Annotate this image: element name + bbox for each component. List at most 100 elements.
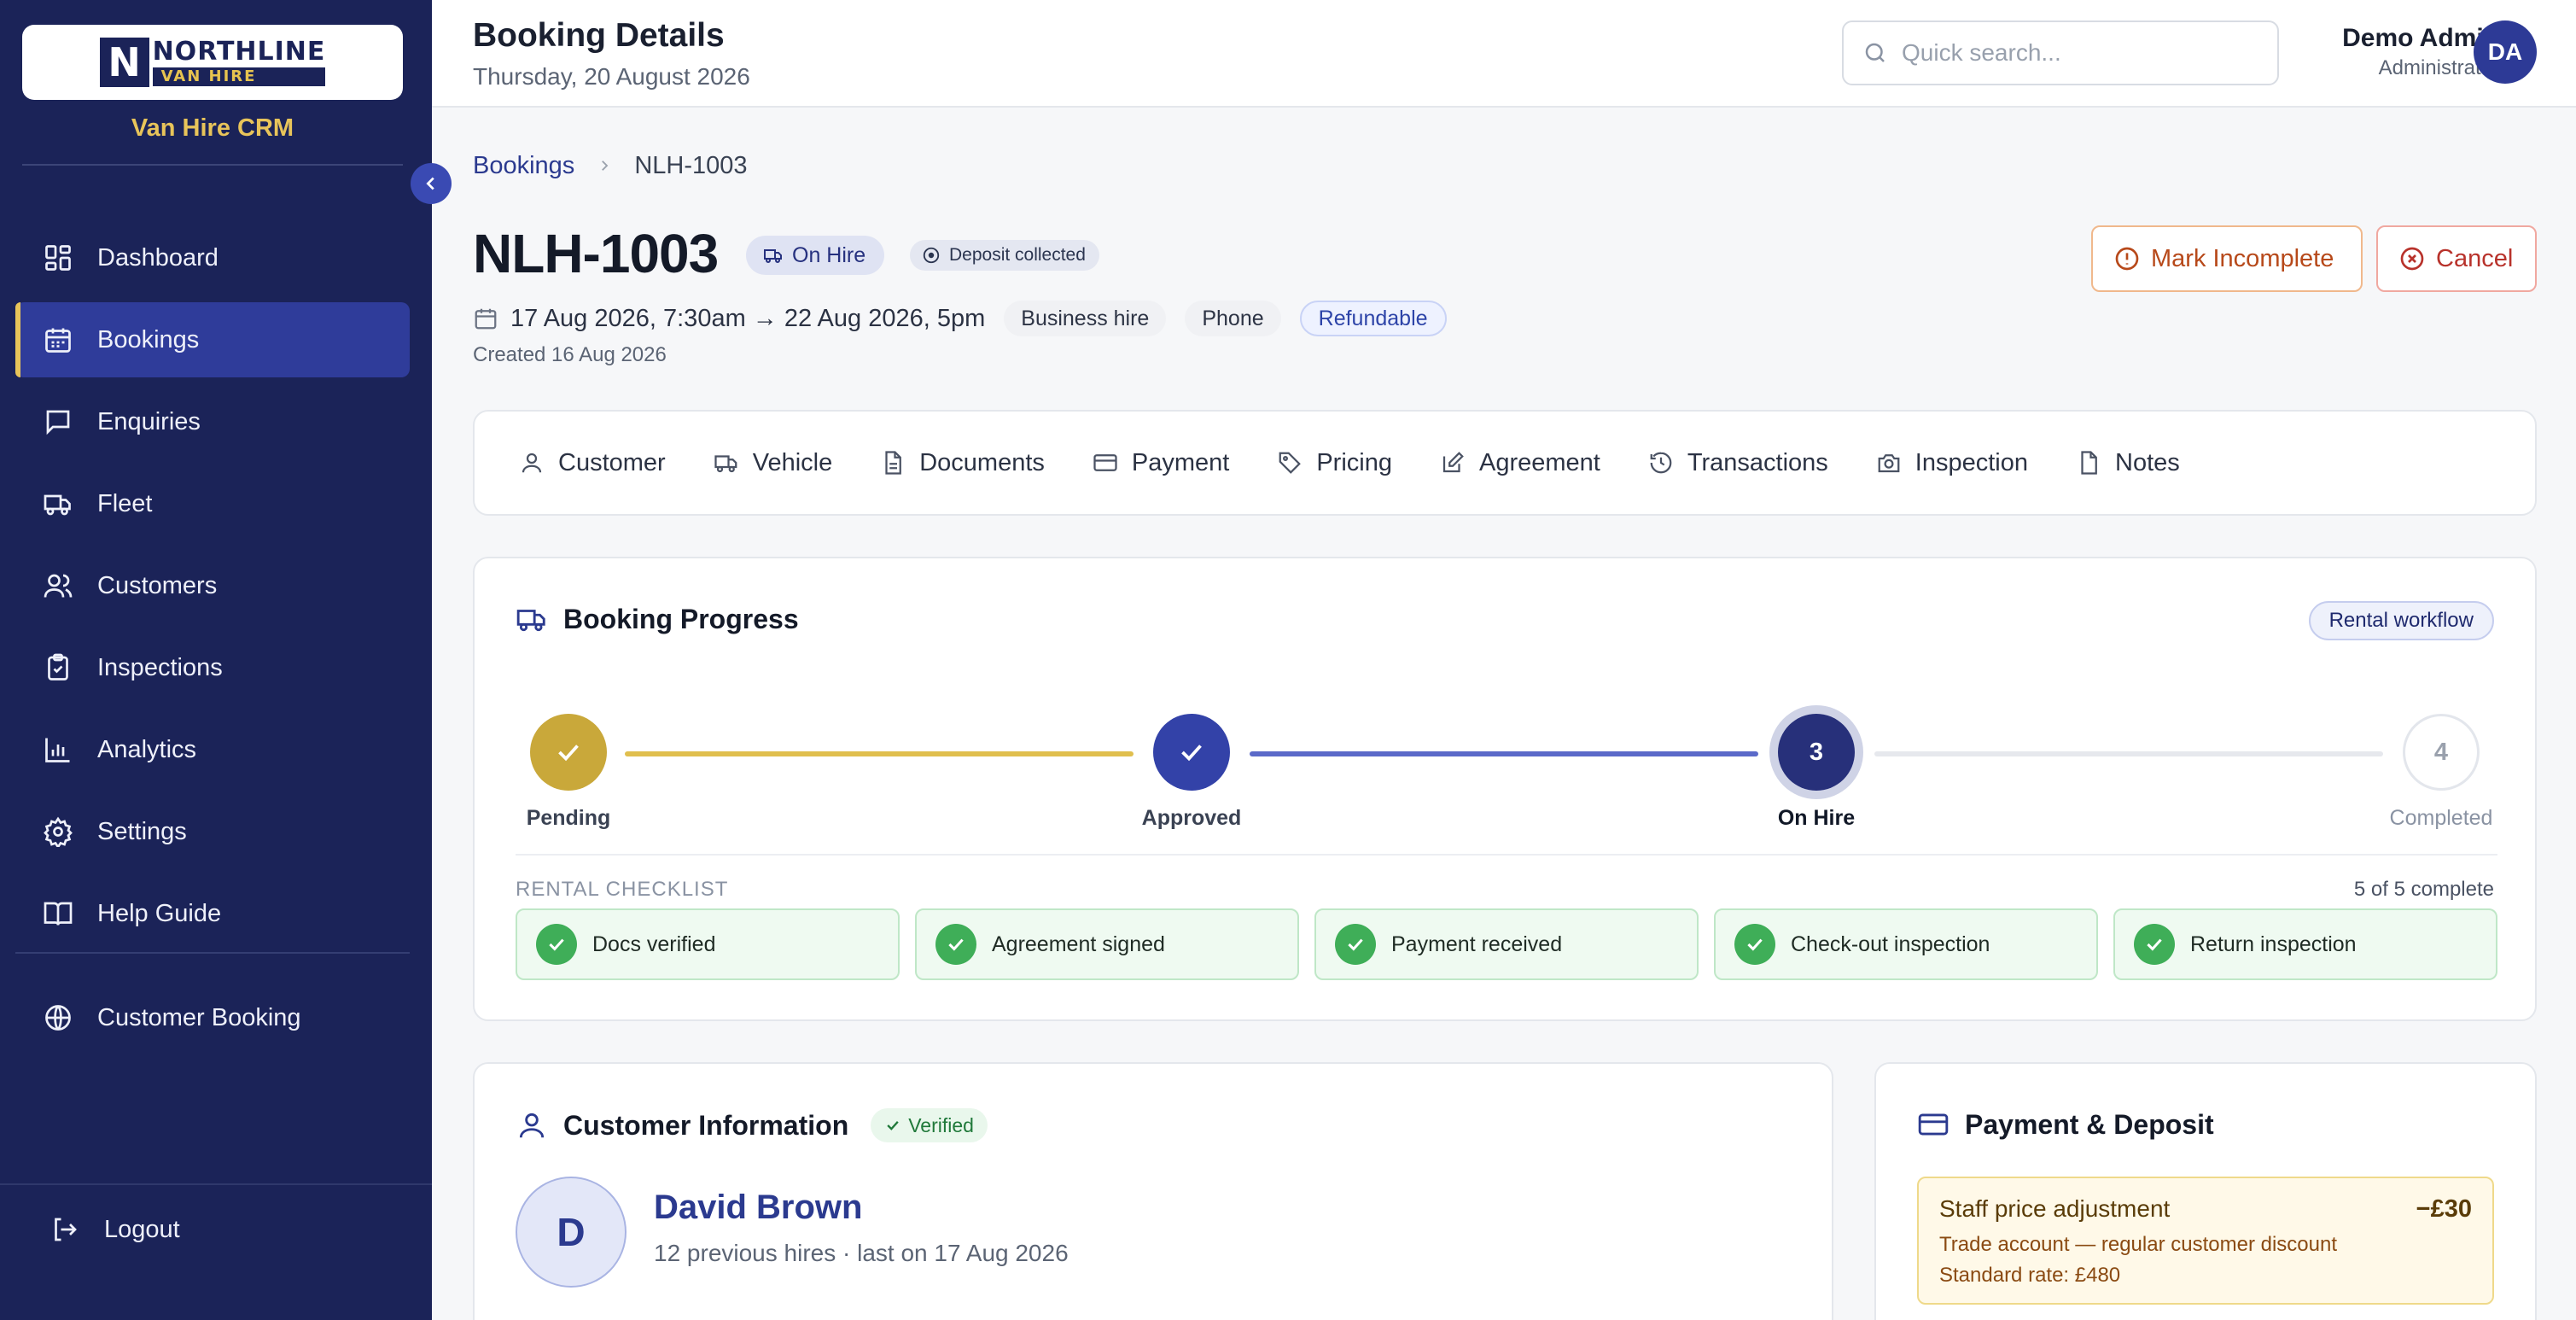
mark-incomplete-button[interactable]: Mark Incomplete (2091, 225, 2363, 292)
top-bar: Booking Details Thursday, 20 August 2026… (432, 0, 2576, 108)
sidebar-item-customer-booking[interactable]: Customer Booking (15, 980, 410, 1055)
tab-label: Agreement (1479, 448, 1600, 476)
tab-label: Documents (919, 448, 1045, 476)
page-date: Thursday, 20 August 2026 (473, 63, 750, 90)
sidebar-divider (15, 952, 410, 954)
booking-progress-card: Booking Progress Rental workflow Pending… (473, 557, 2537, 1021)
clipboard-check-icon (41, 651, 75, 685)
chevron-left-icon (426, 177, 434, 190)
checklist-label: Check-out inspection (1791, 932, 1990, 956)
sidebar-nav: Dashboard Bookings Enquiries Fleet Custo… (15, 220, 410, 958)
booking-id: NLH-1003 (473, 223, 719, 284)
status-badge: On Hire (746, 236, 885, 275)
logout-button[interactable]: Logout (48, 1212, 180, 1247)
breadcrumb-bookings-link[interactable]: Bookings (473, 152, 574, 180)
sidebar-item-enquiries[interactable]: Enquiries (15, 384, 410, 459)
checklist-label: Payment received (1391, 932, 1563, 956)
customer-name[interactable]: David Brown (654, 1189, 862, 1227)
tab-notes[interactable]: Notes (2076, 449, 2180, 477)
customer-information-card: Customer Information Verified D David Br… (473, 1062, 1833, 1320)
user-avatar[interactable]: DA (2474, 20, 2537, 84)
tab-label: Inspection (1915, 448, 2028, 476)
sidebar-item-inspections[interactable]: Inspections (15, 630, 410, 705)
sidebar-item-dashboard[interactable]: Dashboard (15, 220, 410, 295)
step-pending: Pending (475, 714, 662, 831)
tab-pricing[interactable]: Pricing (1277, 449, 1392, 477)
sidebar-item-label: Enquiries (97, 407, 201, 435)
sidebar-item-label: Customer Booking (97, 1003, 301, 1031)
tab-customer[interactable]: Customer (519, 449, 666, 477)
step-dot: 3 (1778, 714, 1855, 791)
truck-icon (714, 450, 739, 476)
truck-icon (41, 487, 75, 521)
note-icon (2076, 450, 2101, 476)
calendar-icon (473, 306, 498, 331)
sidebar-divider (22, 164, 403, 166)
mark-incomplete-label: Mark Incomplete (2151, 244, 2334, 272)
camera-icon (1876, 450, 1902, 476)
checklist-item: Check-out inspection (1714, 908, 2098, 980)
logout-label: Logout (104, 1215, 180, 1243)
checklist-label: Docs verified (592, 932, 716, 956)
tab-label: Customer (558, 448, 666, 476)
sidebar-item-settings[interactable]: Settings (15, 794, 410, 869)
truck-icon (516, 603, 548, 635)
sidebar-item-customers[interactable]: Customers (15, 548, 410, 623)
breadcrumb: Bookings NLH-1003 (473, 152, 748, 180)
history-icon (1648, 450, 1674, 476)
cancel-label: Cancel (2436, 244, 2514, 272)
sidebar-item-label: Inspections (97, 653, 223, 681)
step-connector (1874, 751, 2383, 756)
checklist-label: Return inspection (2190, 932, 2357, 956)
sidebar-collapse-button[interactable] (411, 163, 452, 204)
adjustment-amount: −£30 (2416, 1195, 2472, 1223)
tab-payment[interactable]: Payment (1093, 449, 1229, 477)
book-icon (41, 897, 75, 931)
sidebar-item-analytics[interactable]: Analytics (15, 712, 410, 787)
tab-documents[interactable]: Documents (880, 449, 1045, 477)
standard-rate: Standard rate: £480 (1939, 1264, 2121, 1287)
breadcrumb-current: NLH-1003 (634, 152, 748, 179)
brand-logo[interactable]: N NORTHLINE VAN HIRE (22, 25, 403, 100)
tab-agreement[interactable]: Agreement (1440, 449, 1600, 477)
logo-n-icon: N (99, 38, 149, 87)
step-connector (625, 751, 1134, 756)
check-icon (935, 924, 976, 965)
tab-label: Transactions (1687, 448, 1828, 476)
credit-card-icon (1917, 1108, 1949, 1141)
cancel-button[interactable]: Cancel (2376, 225, 2537, 292)
tab-label: Vehicle (752, 448, 833, 476)
step-on-hire: 3 On Hire (1722, 714, 1910, 831)
page-title: Booking Details (473, 17, 725, 54)
check-icon (884, 1117, 901, 1134)
tab-transactions[interactable]: Transactions (1648, 449, 1828, 477)
gear-icon (41, 815, 75, 849)
truck-icon (763, 245, 784, 266)
tab-vehicle[interactable]: Vehicle (714, 448, 833, 477)
verified-badge: Verified (871, 1108, 988, 1142)
step-dot (530, 714, 607, 791)
sidebar-item-fleet[interactable]: Fleet (15, 466, 410, 541)
deposit-label: Deposit collected (949, 245, 1086, 265)
sidebar-item-bookings[interactable]: Bookings (15, 302, 410, 377)
step-dot (1153, 714, 1230, 791)
dashboard-icon (41, 241, 75, 275)
checklist-item: Payment received (1314, 908, 1699, 980)
x-circle-icon (2398, 245, 2426, 272)
document-icon (880, 450, 906, 476)
status-label: On Hire (792, 242, 866, 267)
tab-inspection[interactable]: Inspection (1876, 449, 2028, 477)
section-tabs: Customer Vehicle Documents Payment Prici… (473, 410, 2537, 516)
sidebar-item-label: Dashboard (97, 243, 219, 272)
user-info[interactable]: Demo Admin Administrator (2308, 24, 2499, 80)
quick-search[interactable] (1842, 20, 2279, 85)
logo-mark: N NORTHLINE VAN HIRE (99, 38, 326, 87)
search-input[interactable] (1902, 39, 2260, 67)
card-header: Booking Progress (516, 603, 799, 635)
logo-text: NORTHLINE VAN HIRE (152, 38, 326, 86)
sidebar-item-help-guide[interactable]: Help Guide (15, 876, 410, 951)
customer-avatar: D (516, 1177, 627, 1288)
checklist-item: Return inspection (2113, 908, 2497, 980)
price-adjustment-box: Staff price adjustment −£30 Trade accoun… (1917, 1177, 2494, 1305)
user-name: Demo Admin (2342, 24, 2499, 52)
